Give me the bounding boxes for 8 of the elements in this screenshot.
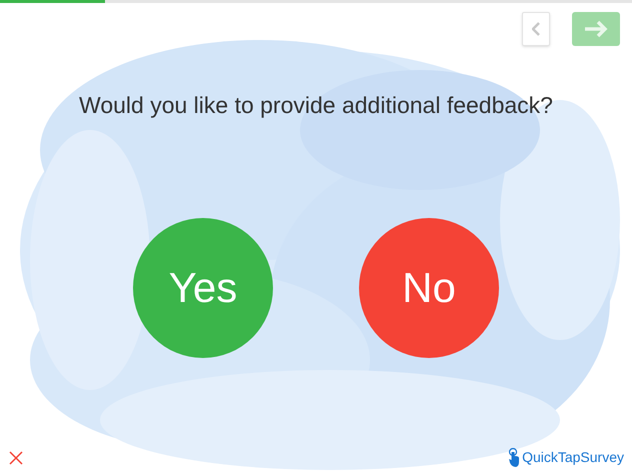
tap-hand-icon — [508, 448, 520, 468]
close-icon — [9, 450, 23, 464]
brand-logo: QuickTapSurvey — [522, 448, 624, 467]
back-button[interactable] — [522, 12, 550, 46]
arrow-right-icon — [583, 20, 609, 38]
close-button[interactable] — [8, 450, 24, 466]
question-text: Would you like to provide additional feedback? — [78, 91, 554, 120]
chevron-left-icon — [532, 22, 540, 36]
